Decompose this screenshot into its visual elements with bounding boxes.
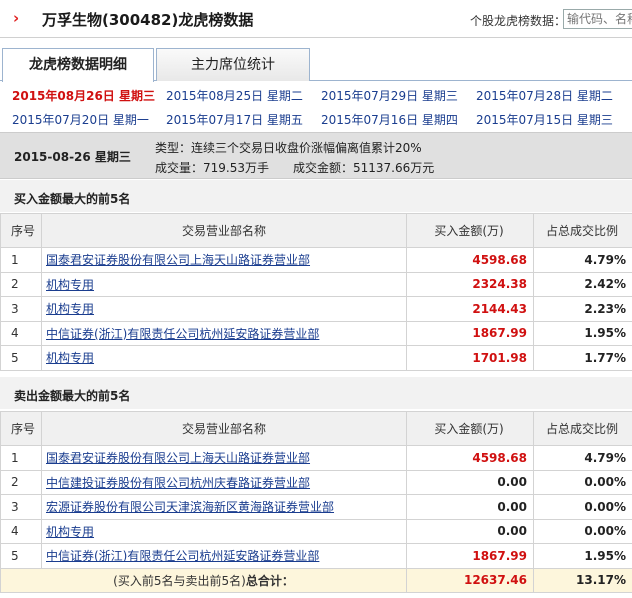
table-row: 1 国泰君安证券股份有限公司上海天山路证券营业部 4598.68 4.79% xyxy=(0,247,632,273)
branch-link[interactable]: 中信建投证券股份有限公司杭州庆春路证券营业部 xyxy=(46,476,310,490)
row-amount: 0.00 xyxy=(406,494,534,520)
row-ratio: 4.79% xyxy=(533,247,632,273)
row-index: 2 xyxy=(0,271,42,297)
row-index: 1 xyxy=(0,445,42,471)
row-index: 1 xyxy=(0,247,42,273)
row-ratio: 2.23% xyxy=(533,296,632,322)
branch-link[interactable]: 中信证券(浙江)有限责任公司杭州延安路证券营业部 xyxy=(46,327,319,341)
row-index: 3 xyxy=(0,494,42,520)
row-ratio: 1.95% xyxy=(533,320,632,346)
col-branch: 交易营业部名称 xyxy=(41,213,407,248)
row-ratio: 0.00% xyxy=(533,494,632,520)
col-ratio: 占总成交比例 xyxy=(533,411,632,446)
summary-volume: 成交量：719.53万手 xyxy=(155,161,269,175)
table-row: 3 宏源证券股份有限公司天津滨海新区黄海路证券营业部 0.00 0.00% xyxy=(0,494,632,520)
table-row: 4 中信证券(浙江)有限责任公司杭州延安路证券营业部 1867.99 1.95% xyxy=(0,320,632,346)
date-list: 2015年08月26日 星期三 2015年08月25日 星期二 2015年07月… xyxy=(0,82,632,130)
summary-amount: 成交金额：51137.66万元 xyxy=(293,161,435,175)
row-index: 4 xyxy=(0,518,42,544)
total-row: (买入前5名与卖出前5名)总合计： 12637.46 13.17% xyxy=(0,567,632,593)
col-amount: 买入金额(万) xyxy=(406,213,534,248)
row-amount: 2324.38 xyxy=(406,271,534,297)
trade-summary: 2015-08-26 星期三 类型：连续三个交易日收盘价涨幅偏离值累计20% 成… xyxy=(0,132,632,179)
row-ratio: 1.77% xyxy=(533,345,632,371)
col-index: 序号 xyxy=(0,411,42,446)
total-amount: 12637.46 xyxy=(406,567,534,593)
stock-name: 万孚生物 xyxy=(42,11,103,29)
col-ratio: 占总成交比例 xyxy=(533,213,632,248)
row-amount: 0.00 xyxy=(406,518,534,544)
total-ratio: 13.17% xyxy=(533,567,632,593)
table-row: 2 机构专用 2324.38 2.42% xyxy=(0,271,632,297)
row-index: 5 xyxy=(0,543,42,569)
sell-section-title: 卖出金额最大的前5名 xyxy=(0,377,632,409)
row-amount: 0.00 xyxy=(406,469,534,495)
date-link[interactable]: 2015年08月26日 星期三 xyxy=(12,87,155,104)
date-link[interactable]: 2015年07月17日 星期五 xyxy=(166,111,303,128)
table-row: 5 中信证券(浙江)有限责任公司杭州延安路证券营业部 1867.99 1.95% xyxy=(0,543,632,569)
page-header: › 万孚生物(300482)龙虎榜数据 个股龙虎榜数据： xyxy=(0,0,632,38)
row-index: 4 xyxy=(0,320,42,346)
table-row: 4 机构专用 0.00 0.00% xyxy=(0,518,632,544)
row-amount: 1867.99 xyxy=(406,320,534,346)
row-index: 3 xyxy=(0,296,42,322)
stock-code: (300482) xyxy=(102,11,179,29)
table-header-row: 序号 交易营业部名称 买入金额(万) 占总成交比例 xyxy=(0,213,632,248)
row-ratio: 2.42% xyxy=(533,271,632,297)
row-index: 2 xyxy=(0,469,42,495)
date-link[interactable]: 2015年07月29日 星期三 xyxy=(321,87,458,104)
search-input[interactable] xyxy=(563,9,632,29)
row-amount: 4598.68 xyxy=(406,247,534,273)
tab-bar: 龙虎榜数据明细 主力席位统计 xyxy=(0,48,632,82)
col-amount: 买入金额(万) xyxy=(406,411,534,446)
branch-link[interactable]: 国泰君安证券股份有限公司上海天山路证券营业部 xyxy=(46,451,310,465)
row-amount: 1701.98 xyxy=(406,345,534,371)
branch-link[interactable]: 机构专用 xyxy=(46,525,94,539)
branch-link[interactable]: 机构专用 xyxy=(46,278,94,292)
row-index: 5 xyxy=(0,345,42,371)
table-row: 2 中信建投证券股份有限公司杭州庆春路证券营业部 0.00 0.00% xyxy=(0,469,632,495)
date-link[interactable]: 2015年07月15日 星期三 xyxy=(476,111,613,128)
sell-table: 序号 交易营业部名称 买入金额(万) 占总成交比例 1 国泰君安证券股份有限公司… xyxy=(0,411,632,593)
table-row: 1 国泰君安证券股份有限公司上海天山路证券营业部 4598.68 4.79% xyxy=(0,445,632,471)
date-link[interactable]: 2015年07月28日 星期二 xyxy=(476,87,613,104)
col-index: 序号 xyxy=(0,213,42,248)
row-ratio: 0.00% xyxy=(533,469,632,495)
row-ratio: 4.79% xyxy=(533,445,632,471)
date-link[interactable]: 2015年07月20日 星期一 xyxy=(12,111,149,128)
table-header-row: 序号 交易营业部名称 买入金额(万) 占总成交比例 xyxy=(0,411,632,446)
branch-link[interactable]: 宏源证券股份有限公司天津滨海新区黄海路证券营业部 xyxy=(46,500,334,514)
branch-link[interactable]: 国泰君安证券股份有限公司上海天山路证券营业部 xyxy=(46,253,310,267)
row-amount: 4598.68 xyxy=(406,445,534,471)
summary-type: 类型：连续三个交易日收盘价涨幅偏离值累计20% xyxy=(155,141,422,155)
date-link[interactable]: 2015年07月16日 星期四 xyxy=(321,111,458,128)
summary-date: 2015-08-26 星期三 xyxy=(14,150,131,164)
branch-link[interactable]: 中信证券(浙江)有限责任公司杭州延安路证券营业部 xyxy=(46,549,319,563)
chevron-right-icon: › xyxy=(13,9,20,27)
page-title-suffix: 龙虎榜数据 xyxy=(178,11,254,29)
buy-section-title: 买入金额最大的前5名 xyxy=(0,180,632,212)
table-row: 3 机构专用 2144.43 2.23% xyxy=(0,296,632,322)
row-amount: 1867.99 xyxy=(406,543,534,569)
date-link[interactable]: 2015年08月25日 星期二 xyxy=(166,87,303,104)
table-row: 5 机构专用 1701.98 1.77% xyxy=(0,345,632,371)
row-amount: 2144.43 xyxy=(406,296,534,322)
row-ratio: 1.95% xyxy=(533,543,632,569)
tab-detail[interactable]: 龙虎榜数据明细 xyxy=(2,48,154,82)
branch-link[interactable]: 机构专用 xyxy=(46,302,94,316)
tab-seat-stats[interactable]: 主力席位统计 xyxy=(156,48,310,81)
row-ratio: 0.00% xyxy=(533,518,632,544)
total-label: (买入前5名与卖出前5名)总合计： xyxy=(0,567,407,593)
page-title: 万孚生物(300482)龙虎榜数据 xyxy=(42,9,253,30)
search-label: 个股龙虎榜数据： xyxy=(470,14,567,28)
buy-table: 序号 交易营业部名称 买入金额(万) 占总成交比例 1 国泰君安证券股份有限公司… xyxy=(0,213,632,371)
branch-link[interactable]: 机构专用 xyxy=(46,351,94,365)
col-branch: 交易营业部名称 xyxy=(41,411,407,446)
